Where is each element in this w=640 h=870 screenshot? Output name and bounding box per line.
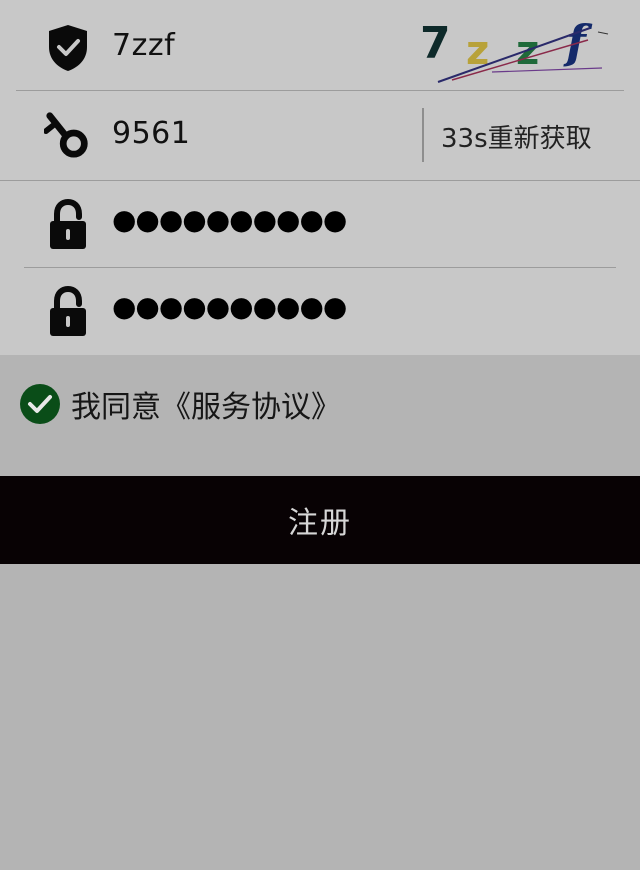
- shield-check-icon: [44, 20, 92, 76]
- captcha-image[interactable]: 7 z z f: [412, 12, 612, 88]
- sms-code-input[interactable]: 9561: [112, 116, 190, 151]
- key-icon: [44, 106, 92, 162]
- confirm-password-input[interactable]: ●●●●●●●●●●: [112, 290, 347, 323]
- captcha-row[interactable]: 7zzf 7 z z f: [0, 2, 640, 90]
- lock-icon: [44, 284, 92, 340]
- register-form: 7zzf 7 z z f 9561 33s重新获取: [0, 0, 640, 355]
- check-circle-icon[interactable]: [20, 384, 60, 424]
- divider: [16, 90, 624, 91]
- password-row[interactable]: ●●●●●●●●●●: [0, 181, 640, 269]
- agreement-row[interactable]: 我同意《服务协议》: [20, 382, 341, 426]
- register-button[interactable]: 注册: [0, 476, 640, 564]
- resend-separator: [422, 108, 424, 162]
- password-input[interactable]: ●●●●●●●●●●: [112, 203, 347, 236]
- resend-code-button[interactable]: 33s重新获取: [441, 118, 592, 155]
- captcha-char: 7: [420, 18, 451, 69]
- captcha-char: f: [563, 15, 593, 69]
- agreement-label[interactable]: 我同意《服务协议》: [71, 382, 341, 426]
- lock-icon: [44, 197, 92, 253]
- confirm-password-row[interactable]: ●●●●●●●●●●: [0, 268, 640, 356]
- captcha-input[interactable]: 7zzf: [112, 28, 175, 63]
